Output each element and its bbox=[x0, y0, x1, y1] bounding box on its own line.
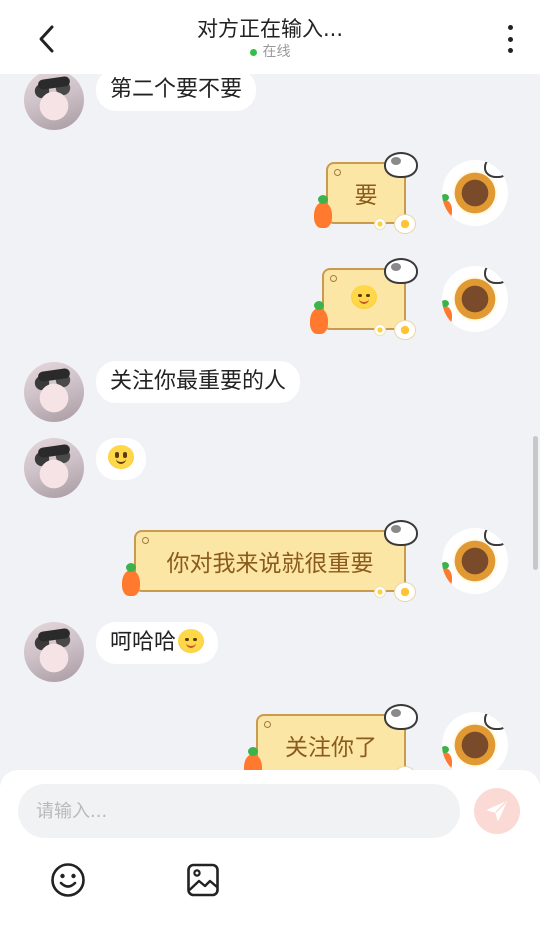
image-button[interactable] bbox=[186, 862, 220, 898]
message-bubble-right[interactable]: 关注你了 bbox=[244, 704, 418, 770]
message-bubble-left[interactable]: 第二个要不要 bbox=[96, 74, 257, 111]
carrot-sticker-icon bbox=[122, 563, 140, 596]
chevron-left-icon bbox=[39, 25, 54, 53]
flower-sticker-icon bbox=[374, 218, 386, 230]
send-button[interactable] bbox=[474, 788, 520, 834]
message-text: 你对我来说就很重要 bbox=[166, 551, 374, 577]
carrot-sticker-icon bbox=[310, 301, 328, 334]
message-bubble-left[interactable] bbox=[96, 438, 146, 480]
my-avatar[interactable] bbox=[442, 528, 508, 594]
pin-icon bbox=[142, 537, 149, 544]
message-bubble-left[interactable]: 关注你最重要的人 bbox=[96, 361, 301, 403]
smiling-face-icon bbox=[351, 285, 377, 309]
more-vertical-icon bbox=[507, 25, 513, 30]
emoji-button[interactable] bbox=[50, 862, 86, 898]
contact-avatar[interactable] bbox=[24, 622, 84, 682]
cat-sticker-icon bbox=[484, 266, 508, 284]
more-button[interactable] bbox=[502, 22, 518, 56]
chat-header: 对方正在输入... 在线 bbox=[0, 0, 540, 74]
flower-sticker-icon bbox=[374, 324, 386, 336]
cat-sticker-icon bbox=[484, 160, 508, 178]
pin-icon bbox=[330, 275, 337, 282]
contact-avatar[interactable] bbox=[24, 438, 84, 498]
emoji-smile-icon bbox=[51, 863, 85, 897]
egg-sticker-icon bbox=[394, 582, 416, 602]
cat-sticker-icon bbox=[484, 712, 508, 730]
pin-icon bbox=[264, 721, 271, 728]
input-panel bbox=[0, 770, 540, 926]
carrot-sticker-icon bbox=[442, 194, 452, 220]
message-text: 关注你最重要的人 bbox=[110, 369, 287, 394]
my-avatar[interactable] bbox=[442, 160, 508, 226]
chat-title: 对方正在输入... bbox=[196, 17, 344, 41]
contact-avatar[interactable] bbox=[24, 74, 84, 130]
flower-sticker-icon bbox=[374, 586, 386, 598]
message-input[interactable] bbox=[18, 784, 460, 838]
message-bubble-right[interactable]: 你对我来说就很重要 bbox=[122, 520, 418, 602]
egg-sticker-icon bbox=[394, 214, 416, 234]
egg-sticker-icon bbox=[394, 320, 416, 340]
grinning-face-icon bbox=[108, 445, 134, 469]
message-bubble-right[interactable] bbox=[310, 258, 418, 340]
message-text: 要 bbox=[354, 183, 378, 209]
my-avatar[interactable] bbox=[442, 266, 508, 332]
cat-sticker-icon bbox=[384, 258, 418, 284]
my-avatar[interactable] bbox=[442, 712, 508, 770]
title-block: 对方正在输入... 在线 bbox=[197, 15, 343, 61]
carrot-sticker-icon bbox=[314, 195, 332, 228]
paper-plane-icon bbox=[487, 801, 507, 821]
cat-sticker-icon bbox=[384, 704, 418, 730]
carrot-sticker-icon bbox=[442, 562, 452, 588]
status-text: 在线 bbox=[262, 44, 291, 60]
scrollbar[interactable] bbox=[533, 436, 538, 570]
carrot-sticker-icon bbox=[442, 300, 452, 326]
carrot-sticker-icon bbox=[244, 747, 262, 770]
message-text: 关注你了 bbox=[285, 735, 377, 761]
back-button[interactable] bbox=[30, 22, 64, 56]
online-dot-icon bbox=[249, 48, 257, 56]
message-text: 第二个要不要 bbox=[110, 77, 243, 102]
image-icon bbox=[187, 863, 219, 897]
pin-icon bbox=[334, 169, 341, 176]
cat-sticker-icon bbox=[384, 520, 418, 546]
message-text: 呵哈哈 bbox=[110, 630, 177, 655]
carrot-sticker-icon bbox=[442, 746, 452, 770]
cat-sticker-icon bbox=[484, 528, 508, 546]
blushing-smile-face-icon bbox=[178, 629, 205, 653]
message-bubble-right[interactable]: 要 bbox=[314, 152, 418, 234]
online-status: 在线 bbox=[197, 43, 343, 61]
contact-avatar[interactable] bbox=[24, 362, 84, 422]
message-bubble-left[interactable]: 呵哈哈 bbox=[96, 622, 219, 664]
cat-sticker-icon bbox=[384, 152, 418, 178]
message-list[interactable]: 第二个要不要 要 关注你最重要的人 你对我来说就很重要 呵哈哈 关注你了 bbox=[0, 74, 540, 770]
